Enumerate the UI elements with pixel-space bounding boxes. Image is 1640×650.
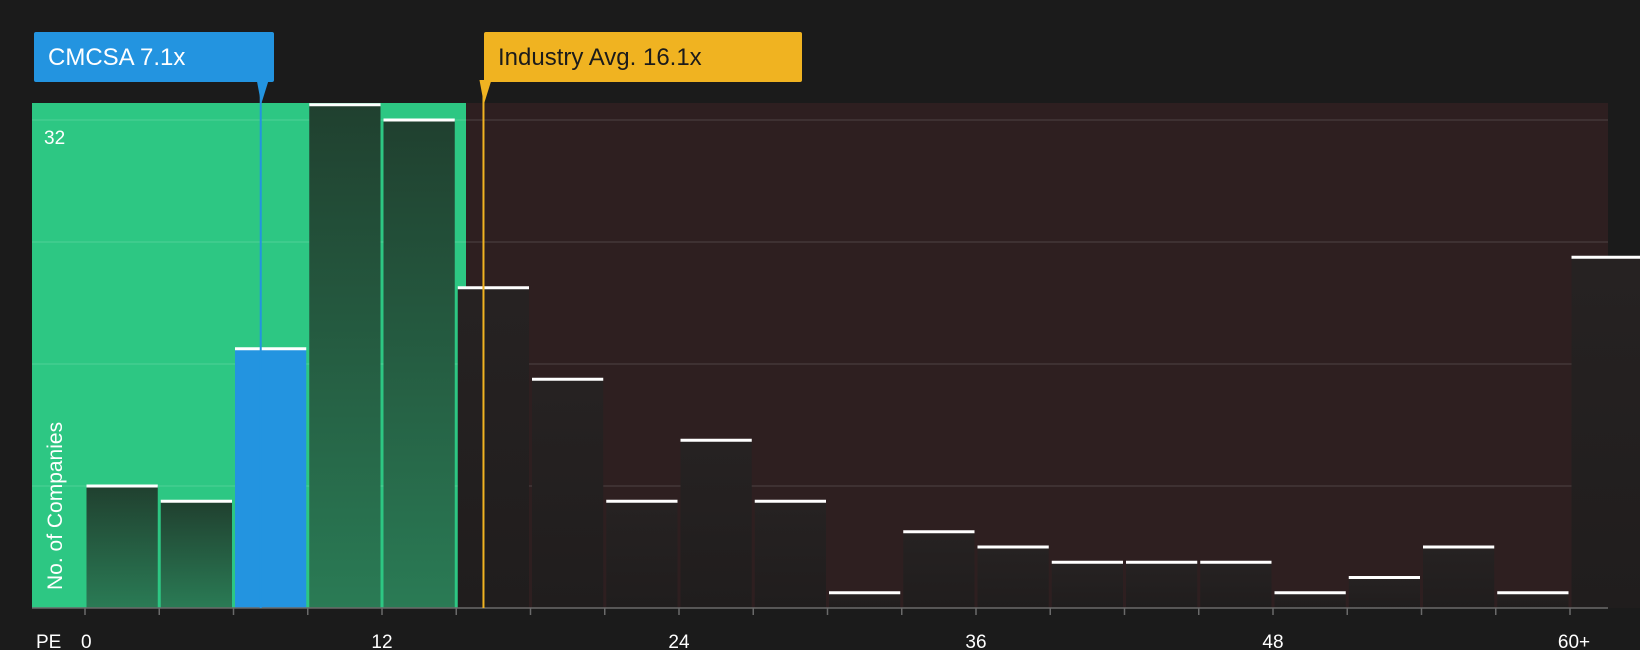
histogram-bar	[457, 287, 529, 608]
bar-top-cap	[235, 347, 307, 351]
industry-average-marker-pointer	[479, 80, 492, 104]
histogram-bar	[86, 486, 158, 608]
bar-top-cap	[160, 499, 232, 503]
histogram-bar	[1571, 257, 1640, 608]
x-axis-ticks: 0 12 24 36 48 60+	[81, 608, 1590, 650]
histogram-bar	[532, 379, 604, 608]
bar-top-cap	[680, 438, 752, 442]
y-axis-title: No. of Companies	[44, 422, 67, 590]
company-marker-label: CMCSA 7.1x	[48, 44, 185, 71]
histogram-bar	[1126, 562, 1198, 608]
bar-top-cap	[1126, 560, 1198, 564]
histogram-bar	[1423, 547, 1495, 608]
histogram-bar	[1051, 562, 1123, 608]
histogram-bar	[160, 501, 232, 608]
histogram-bar	[903, 531, 975, 608]
histogram-bar	[1497, 592, 1569, 608]
bar-top-cap	[309, 103, 381, 107]
pe-histogram-chart: 0 12 24 36 48 60+ 32 No. of Companies PE CMCS…	[32, 32, 1640, 650]
bar-top-cap	[977, 545, 1049, 549]
histogram-bar	[977, 547, 1049, 608]
bar-top-cap	[457, 286, 529, 290]
bar-top-cap	[1497, 591, 1569, 595]
histogram-bar	[1348, 577, 1420, 608]
histogram-bar	[606, 501, 678, 608]
company-marker-pointer	[256, 80, 269, 104]
y-tick-label: 32	[44, 128, 65, 149]
x-tick-label: 36	[965, 632, 986, 650]
histogram-bar	[1200, 562, 1272, 608]
histogram-bar	[235, 348, 307, 608]
bar-top-cap	[1200, 560, 1272, 564]
histogram-bar	[309, 104, 381, 608]
bar-top-cap	[1571, 255, 1640, 259]
x-tick-label: 48	[1262, 632, 1283, 650]
histogram-bar	[754, 501, 826, 608]
x-tick-label: 24	[668, 632, 690, 650]
histogram-bar	[383, 120, 455, 608]
bar-top-cap	[383, 118, 455, 122]
histogram-bar	[1274, 592, 1346, 608]
bar-top-cap	[1274, 591, 1346, 595]
bar-top-cap	[532, 377, 604, 381]
bar-top-cap	[1348, 576, 1420, 579]
x-axis-title: PE	[36, 632, 61, 650]
bar-top-cap	[86, 484, 158, 488]
x-tick-label: 60+	[1558, 632, 1590, 650]
x-tick-label: 12	[371, 632, 392, 650]
x-tick-label: 0	[81, 632, 92, 650]
histogram-bar	[680, 440, 752, 608]
histogram-bar	[829, 592, 901, 608]
bar-top-cap	[903, 530, 975, 534]
bar-top-cap	[829, 591, 901, 595]
bar-top-cap	[1051, 560, 1123, 564]
bar-top-cap	[1423, 545, 1495, 549]
bar-top-cap	[754, 499, 826, 503]
bar-top-cap	[606, 499, 678, 503]
industry-average-marker-label: Industry Avg. 16.1x	[498, 44, 702, 71]
